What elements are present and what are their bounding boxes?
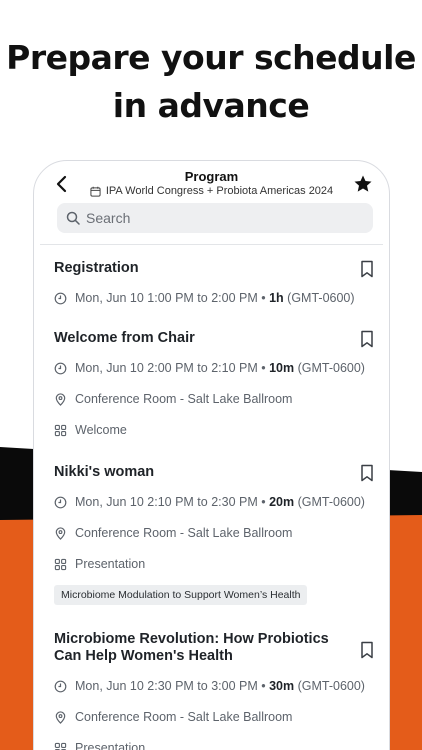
category-grid-icon [54, 742, 67, 750]
session-duration: 1h [269, 291, 284, 305]
category-grid-icon [54, 424, 67, 436]
session-type: Presentation [75, 557, 146, 571]
session-title: Registration [54, 260, 139, 276]
session-title: Nikki's woman [54, 464, 155, 480]
session-duration: 30m [269, 679, 295, 693]
clock-icon [54, 362, 67, 374]
session-timezone: (GMT-0600) [297, 679, 365, 693]
clock-icon [54, 680, 67, 692]
clock-icon [54, 292, 67, 304]
session-location-row: Conference Room - Salt Lake Ballroom [54, 523, 375, 543]
session-title: Microbiome Revolution: How Probiotics Ca… [54, 631, 329, 664]
clock-icon [54, 496, 67, 508]
session-location: Conference Room - Salt Lake Ballroom [75, 710, 293, 724]
headline-line-1: Prepare your schedule [6, 38, 416, 77]
page-title: Program [184, 169, 239, 184]
bookmark-icon[interactable] [359, 260, 375, 278]
session-timezone: (GMT-0600) [297, 361, 365, 375]
location-pin-icon [55, 526, 66, 540]
session-type-row: Welcome [54, 420, 375, 440]
session-item[interactable]: Microbiome Revolution: How Probiotics Ca… [54, 605, 375, 750]
session-type-row: Presentation [54, 738, 375, 750]
event-subtitle: IPA World Congress + Probiota Americas 2… [40, 185, 383, 197]
session-timezone: (GMT-0600) [287, 291, 355, 305]
calendar-icon [90, 186, 101, 197]
session-time: Mon, Jun 10 2:10 PM to 2:30 PM [75, 495, 258, 509]
phone-screen: Program IPA World Congress + Probiota Am… [33, 160, 390, 750]
location-pin-icon [55, 392, 66, 406]
session-item[interactable]: Nikki's woman Mon, Jun 10 2:10 PM to 2:3… [54, 440, 375, 605]
search-icon [66, 211, 80, 225]
session-location: Conference Room - Salt Lake Ballroom [75, 526, 293, 540]
search-input[interactable] [86, 210, 346, 226]
category-grid-icon [54, 558, 67, 570]
session-timezone: (GMT-0600) [297, 495, 365, 509]
session-time-row: Mon, Jun 10 2:00 PM to 2:10 PM • 10m (GM… [54, 358, 375, 378]
session-item[interactable]: Welcome from Chair Mon, Jun 10 2:00 PM t… [54, 308, 375, 440]
session-duration: 10m [269, 361, 295, 375]
session-time-row: Mon, Jun 10 2:10 PM to 2:30 PM • 20m (GM… [54, 492, 375, 512]
session-type: Presentation [75, 741, 146, 750]
session-time: Mon, Jun 10 2:30 PM to 3:00 PM [75, 679, 258, 693]
session-time: Mon, Jun 10 2:00 PM to 2:10 PM [75, 361, 258, 375]
session-track-tag[interactable]: Microbiome Modulation to Support Women’s… [54, 585, 308, 605]
headline-line-2: in advance [112, 86, 310, 125]
search-bar[interactable] [57, 203, 373, 233]
bookmark-icon[interactable] [359, 464, 375, 482]
session-time-row: Mon, Jun 10 2:30 PM to 3:00 PM • 30m (GM… [54, 676, 375, 696]
session-type-row: Presentation [54, 554, 375, 574]
session-location-row: Conference Room - Salt Lake Ballroom [54, 707, 375, 727]
favorites-star-icon[interactable] [353, 174, 373, 194]
bookmark-icon[interactable] [359, 330, 375, 348]
session-time: Mon, Jun 10 1:00 PM to 2:00 PM [75, 291, 258, 305]
headline: Prepare your schedule in advance [0, 34, 422, 130]
event-name: IPA World Congress + Probiota Americas 2… [105, 185, 334, 197]
bookmark-icon[interactable] [359, 641, 375, 659]
session-location-row: Conference Room - Salt Lake Ballroom [54, 389, 375, 409]
session-duration: 20m [269, 495, 295, 509]
session-title: Welcome from Chair [54, 330, 195, 346]
session-time-row: Mon, Jun 10 1:00 PM to 2:00 PM • 1h (GMT… [54, 288, 375, 308]
location-pin-icon [55, 710, 66, 724]
session-list: Registration Mon, Jun 10 1:00 PM to 2:00… [54, 246, 375, 750]
session-location: Conference Room - Salt Lake Ballroom [75, 392, 293, 406]
session-type: Welcome [75, 423, 127, 437]
program-header: Program IPA World Congress + Probiota Am… [40, 161, 383, 245]
session-item[interactable]: Registration Mon, Jun 10 1:00 PM to 2:00… [54, 246, 375, 308]
